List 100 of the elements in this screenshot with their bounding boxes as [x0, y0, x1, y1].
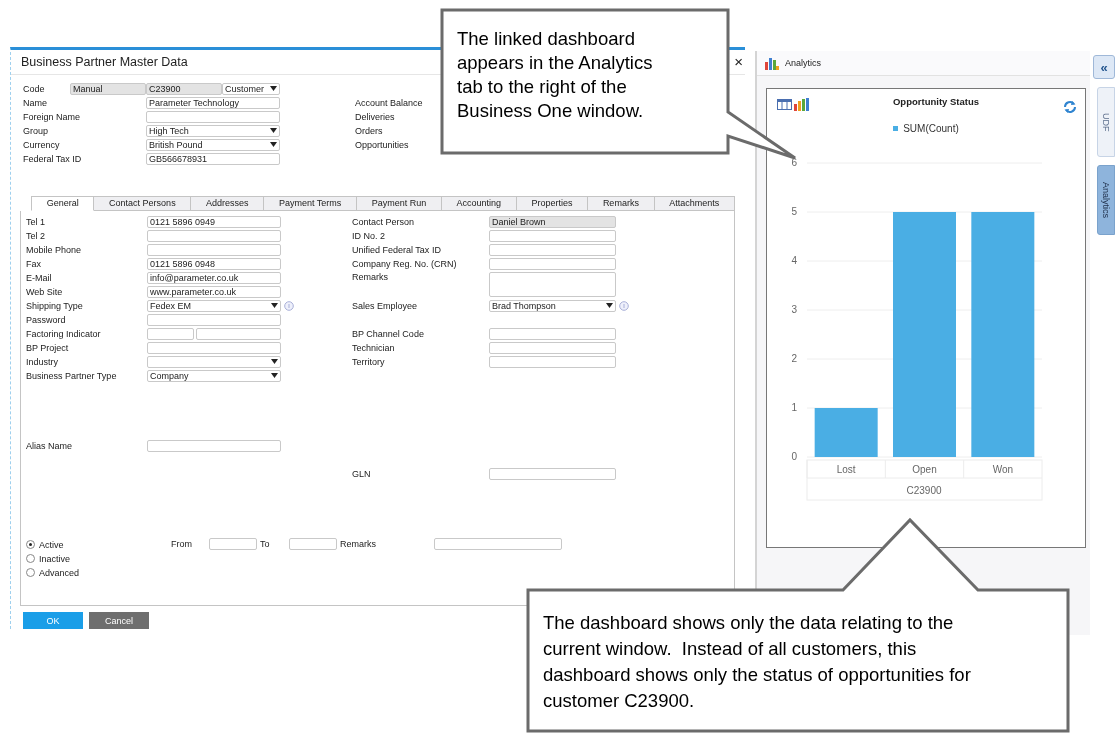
axis-tick-label: 2	[791, 353, 797, 364]
field-label: Tel 1	[26, 216, 46, 227]
input-field[interactable]: 0121 5896 0948	[147, 257, 281, 270]
dropdown-field[interactable]: British Pound	[146, 138, 280, 151]
input-field[interactable]: 0121 5896 0949	[147, 215, 281, 228]
caret-icon	[606, 303, 613, 309]
input-field[interactable]	[489, 257, 616, 270]
input-field[interactable]	[147, 229, 281, 242]
dropdown-field[interactable]	[147, 355, 281, 368]
axis-label: C23900	[906, 485, 942, 496]
caret-icon	[270, 86, 277, 92]
callout-text: The dashboard shows only the data relating to the current window. Instead of all customers, this dashboard shows only the status of opportunities for customer C23900.	[543, 611, 972, 713]
input-field[interactable]: info@parameter.co.uk	[147, 271, 281, 284]
field-label: Territory	[352, 356, 386, 367]
field-label: Federal Tax ID	[23, 153, 83, 164]
field-label: Group	[23, 125, 49, 136]
field-label: ID No. 2	[352, 230, 386, 241]
tab[interactable]: Remarks	[588, 195, 655, 211]
input-field[interactable]	[147, 327, 194, 340]
field-label: Web Site	[26, 286, 64, 297]
radio-button[interactable]	[26, 540, 35, 550]
input-field[interactable]: www.parameter.co.uk	[147, 285, 281, 298]
input-field[interactable]	[147, 313, 281, 326]
radio-button[interactable]	[26, 554, 35, 564]
input-field[interactable]	[489, 327, 616, 340]
category-label: Won	[992, 464, 1014, 475]
summary-label: Deliveries	[355, 110, 396, 124]
field-label: Business Partner Type	[26, 370, 118, 381]
caret-icon	[271, 373, 278, 379]
field-label: BP Project	[26, 342, 70, 353]
axis-tick-label: 5	[791, 206, 797, 217]
summary-label: Account Balance	[355, 96, 423, 110]
input-field[interactable]	[147, 439, 281, 452]
radio-label: Advanced	[39, 567, 80, 578]
summary-label: Opportunities	[355, 138, 410, 152]
input-field[interactable]	[434, 537, 562, 550]
tab[interactable]: Accounting	[441, 195, 517, 211]
caret-icon	[271, 359, 278, 365]
tab[interactable]: Payment Run	[356, 195, 442, 211]
caret-icon	[270, 128, 277, 134]
radio-label: Inactive	[39, 553, 71, 564]
window-title: Business Partner Master Data	[21, 54, 188, 69]
dropdown-field[interactable]: Customer	[222, 82, 280, 95]
collapse-button[interactable]: «	[1093, 55, 1115, 79]
side-tab[interactable]: UDF	[1097, 87, 1115, 157]
cancel-button[interactable]: Cancel	[89, 612, 149, 629]
field-label: Remarks	[339, 537, 377, 550]
input-field[interactable]	[289, 537, 337, 550]
field-label: Tel 2	[26, 230, 46, 241]
field-label: Contact Person	[352, 216, 416, 227]
tab[interactable]: Properties	[516, 195, 589, 211]
tab[interactable]: Payment Terms	[264, 195, 357, 211]
field-label: Code	[23, 83, 46, 94]
radio-button[interactable]	[26, 568, 35, 578]
field-label: Sales Employee	[352, 300, 419, 311]
field-label: Fax	[26, 258, 42, 269]
info-icon[interactable]	[619, 300, 629, 311]
input-field[interactable]	[489, 271, 616, 297]
field-label: Company Reg. No. (CRN)	[352, 258, 458, 269]
close-button[interactable]: ×	[732, 53, 745, 71]
side-tab[interactable]: Analytics	[1097, 165, 1115, 235]
field-label: Alias Name	[26, 440, 73, 451]
input-field[interactable]	[489, 341, 616, 354]
refresh-icon[interactable]	[1063, 100, 1077, 114]
summary-label: Orders	[355, 124, 384, 138]
axis-tick-label: 3	[791, 304, 797, 315]
input-field[interactable]	[147, 341, 281, 354]
field-label: Shipping Type	[26, 300, 84, 311]
input-field[interactable]	[209, 537, 257, 550]
input-field[interactable]	[147, 243, 281, 256]
tab[interactable]: Addresses	[191, 195, 265, 211]
input-field[interactable]	[146, 110, 280, 123]
dropdown-field[interactable]: High Tech	[146, 124, 280, 137]
input-field[interactable]: GB566678931	[146, 152, 280, 165]
field-label: E-Mail	[26, 272, 53, 283]
dropdown-field[interactable]: Fedex EM	[147, 299, 281, 312]
tab[interactable]: General	[31, 195, 95, 211]
input-field[interactable]	[196, 327, 281, 340]
legend-label: SUM(Count)	[903, 123, 959, 134]
input-field[interactable]: Parameter Technology	[146, 96, 280, 109]
axis-tick-label: 0	[791, 451, 797, 462]
caret-icon	[270, 142, 277, 148]
field-label: BP Channel Code	[352, 328, 425, 339]
input-field[interactable]	[489, 355, 616, 368]
input-field[interactable]	[489, 467, 616, 480]
bar-chart-icon[interactable]	[794, 97, 809, 111]
input-field: Daniel Brown	[489, 215, 616, 228]
field-label: Technician	[352, 342, 396, 353]
tab[interactable]: Attachments	[654, 195, 735, 211]
input-field[interactable]	[489, 229, 616, 242]
field-label: Foreign Name	[23, 111, 82, 122]
info-icon[interactable]	[284, 300, 294, 311]
category-label: Open	[912, 464, 937, 475]
table-icon[interactable]	[777, 98, 792, 110]
dropdown-field[interactable]: Brad Thompson	[489, 299, 616, 312]
axis-tick-label: 1	[791, 402, 797, 413]
input-field[interactable]	[489, 243, 616, 256]
category-label: Lost	[836, 464, 856, 475]
tab[interactable]: Contact Persons	[94, 195, 192, 211]
dropdown-field[interactable]: Company	[147, 369, 281, 382]
